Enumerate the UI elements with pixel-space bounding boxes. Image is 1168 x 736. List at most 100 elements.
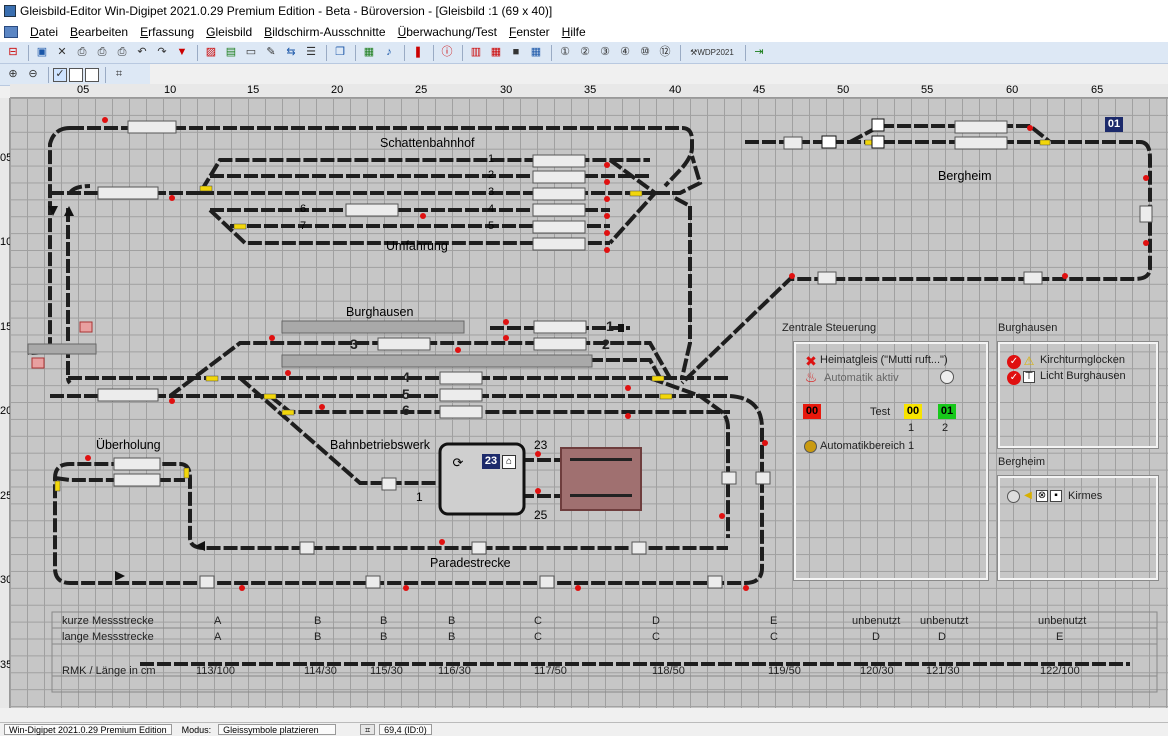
print-preview-icon[interactable]: ⎙	[93, 45, 111, 61]
train-block[interactable]	[299, 541, 315, 555]
train-block[interactable]	[1023, 271, 1043, 285]
track-right-down[interactable]	[674, 196, 692, 379]
train-block[interactable]	[532, 237, 586, 251]
fire-icon[interactable]: ♨	[804, 370, 818, 384]
track-diagram-canvas[interactable]: Schattenbahnhof Umfahrung Bergheim Burgh…	[10, 98, 1168, 708]
menu-hilfe[interactable]: Hilfe	[556, 22, 592, 42]
signal-red[interactable]	[169, 398, 175, 404]
track-edit-icon[interactable]: ▨	[202, 45, 220, 61]
counter-badge-green[interactable]: 01	[938, 404, 956, 419]
signal-red[interactable]	[503, 335, 509, 341]
bell-switch-icon[interactable]: ✓	[1007, 355, 1021, 369]
train-block[interactable]	[127, 120, 177, 134]
menu-gleisbild[interactable]: Gleisbild	[200, 22, 258, 42]
turntable-track-box[interactable]: 23	[482, 454, 500, 469]
train-block[interactable]	[631, 541, 647, 555]
train-block[interactable]	[377, 337, 431, 351]
signal-red[interactable]	[625, 413, 631, 419]
signal-red[interactable]	[604, 162, 610, 168]
train-block[interactable]	[381, 477, 397, 491]
train-block[interactable]	[954, 120, 1008, 134]
turntable-rotate-icon[interactable]: ⟳	[451, 455, 465, 469]
train-block[interactable]	[113, 457, 161, 471]
sound-icon[interactable]: ♪	[380, 45, 398, 61]
train-block[interactable]	[707, 575, 723, 589]
list-icon[interactable]: ☰	[302, 45, 320, 61]
document-icon[interactable]	[4, 26, 18, 38]
signal-red[interactable]	[319, 404, 325, 410]
track-sbf-exit[interactable]	[608, 158, 658, 245]
train-block[interactable]	[345, 203, 399, 217]
menu-datei[interactable]: Datei	[24, 22, 64, 42]
automatik-toggle-button[interactable]	[940, 370, 954, 384]
train-block[interactable]	[533, 320, 587, 334]
train-block[interactable]	[755, 471, 771, 485]
automatik-bereich-indicator-icon[interactable]	[804, 440, 817, 453]
grid-icon[interactable]: ▦	[527, 45, 545, 61]
kirmes-toggle-button[interactable]	[1007, 490, 1020, 503]
track-paradestrecke[interactable]	[53, 394, 764, 585]
menu-bildschirm-ausschnitte[interactable]: Bildschirm-Ausschnitte	[258, 22, 391, 42]
delete-icon[interactable]: ✕	[53, 45, 71, 61]
vehicle-icon[interactable]: ▤	[222, 45, 240, 61]
signal-red[interactable]	[743, 585, 749, 591]
menu-bearbeiten[interactable]: Bearbeiten	[64, 22, 134, 42]
menu-erfassung[interactable]: Erfassung	[134, 22, 200, 42]
bergheim-buffer-icon[interactable]	[871, 135, 885, 149]
train-block[interactable]	[532, 187, 586, 201]
train-block[interactable]	[439, 405, 483, 419]
train-block[interactable]	[783, 136, 803, 150]
train-block[interactable]	[97, 388, 159, 402]
signal-red[interactable]	[604, 247, 610, 253]
signal-red[interactable]	[719, 513, 725, 519]
train-block[interactable]	[954, 136, 1008, 150]
train-block[interactable]	[1139, 205, 1153, 223]
signal-red[interactable]	[439, 539, 445, 545]
train-block[interactable]	[439, 388, 483, 402]
grid-toggle-icon[interactable]: ⌗	[110, 67, 128, 83]
menu-fenster[interactable]: Fenster	[503, 22, 556, 42]
circle-10-icon[interactable]: ⑩	[636, 45, 654, 61]
print-icon[interactable]: ⎙	[73, 45, 91, 61]
track-burghausen-upper[interactable]	[50, 341, 672, 398]
rail-icon[interactable]: ▭	[242, 45, 260, 61]
signal-red[interactable]	[1062, 273, 1068, 279]
track-right-inner[interactable]	[649, 376, 730, 538]
engine-shed[interactable]	[560, 447, 642, 511]
signal-red[interactable]	[85, 455, 91, 461]
save-icon[interactable]: ▣	[33, 45, 51, 61]
signal-red[interactable]	[503, 319, 509, 325]
circle-1-icon[interactable]: ①	[556, 45, 574, 61]
pencil-icon[interactable]: ✎	[262, 45, 280, 61]
windmill-icon[interactable]: ✖	[804, 354, 818, 368]
signal-red[interactable]	[269, 335, 275, 341]
train-block[interactable]	[113, 473, 161, 487]
light-switch-icon[interactable]: ✓	[1007, 371, 1021, 385]
track-inner-left[interactable]	[66, 208, 72, 385]
exit-icon[interactable]: ⊟	[4, 45, 22, 61]
signal-red[interactable]	[169, 195, 175, 201]
bergheim-buffer-icon[interactable]	[871, 118, 885, 132]
signal-red[interactable]	[420, 213, 426, 219]
train-block[interactable]	[471, 541, 487, 555]
circle-3-icon[interactable]: ③	[596, 45, 614, 61]
train-block[interactable]	[539, 575, 555, 589]
signal-red[interactable]	[403, 585, 409, 591]
signal-red[interactable]	[102, 117, 108, 123]
signal-red[interactable]	[1027, 125, 1033, 131]
train-block[interactable]	[199, 575, 215, 589]
window-icon[interactable]: ❐	[331, 45, 349, 61]
signal-red[interactable]	[789, 273, 795, 279]
train-block[interactable]	[532, 170, 586, 184]
signal-red[interactable]	[762, 440, 768, 446]
signal-tool-icon[interactable]: ▼	[173, 45, 191, 61]
signal-red[interactable]	[604, 196, 610, 202]
signal-red[interactable]	[285, 370, 291, 376]
undo-icon[interactable]: ↶	[133, 45, 151, 61]
counter-badge-yellow[interactable]: 00	[904, 404, 922, 419]
view-mode-2-toggle[interactable]	[69, 67, 83, 82]
calendar-icon[interactable]: ▦	[487, 45, 505, 61]
train-block[interactable]	[533, 337, 587, 351]
redo-icon[interactable]: ↷	[153, 45, 171, 61]
signal-red[interactable]	[604, 230, 610, 236]
